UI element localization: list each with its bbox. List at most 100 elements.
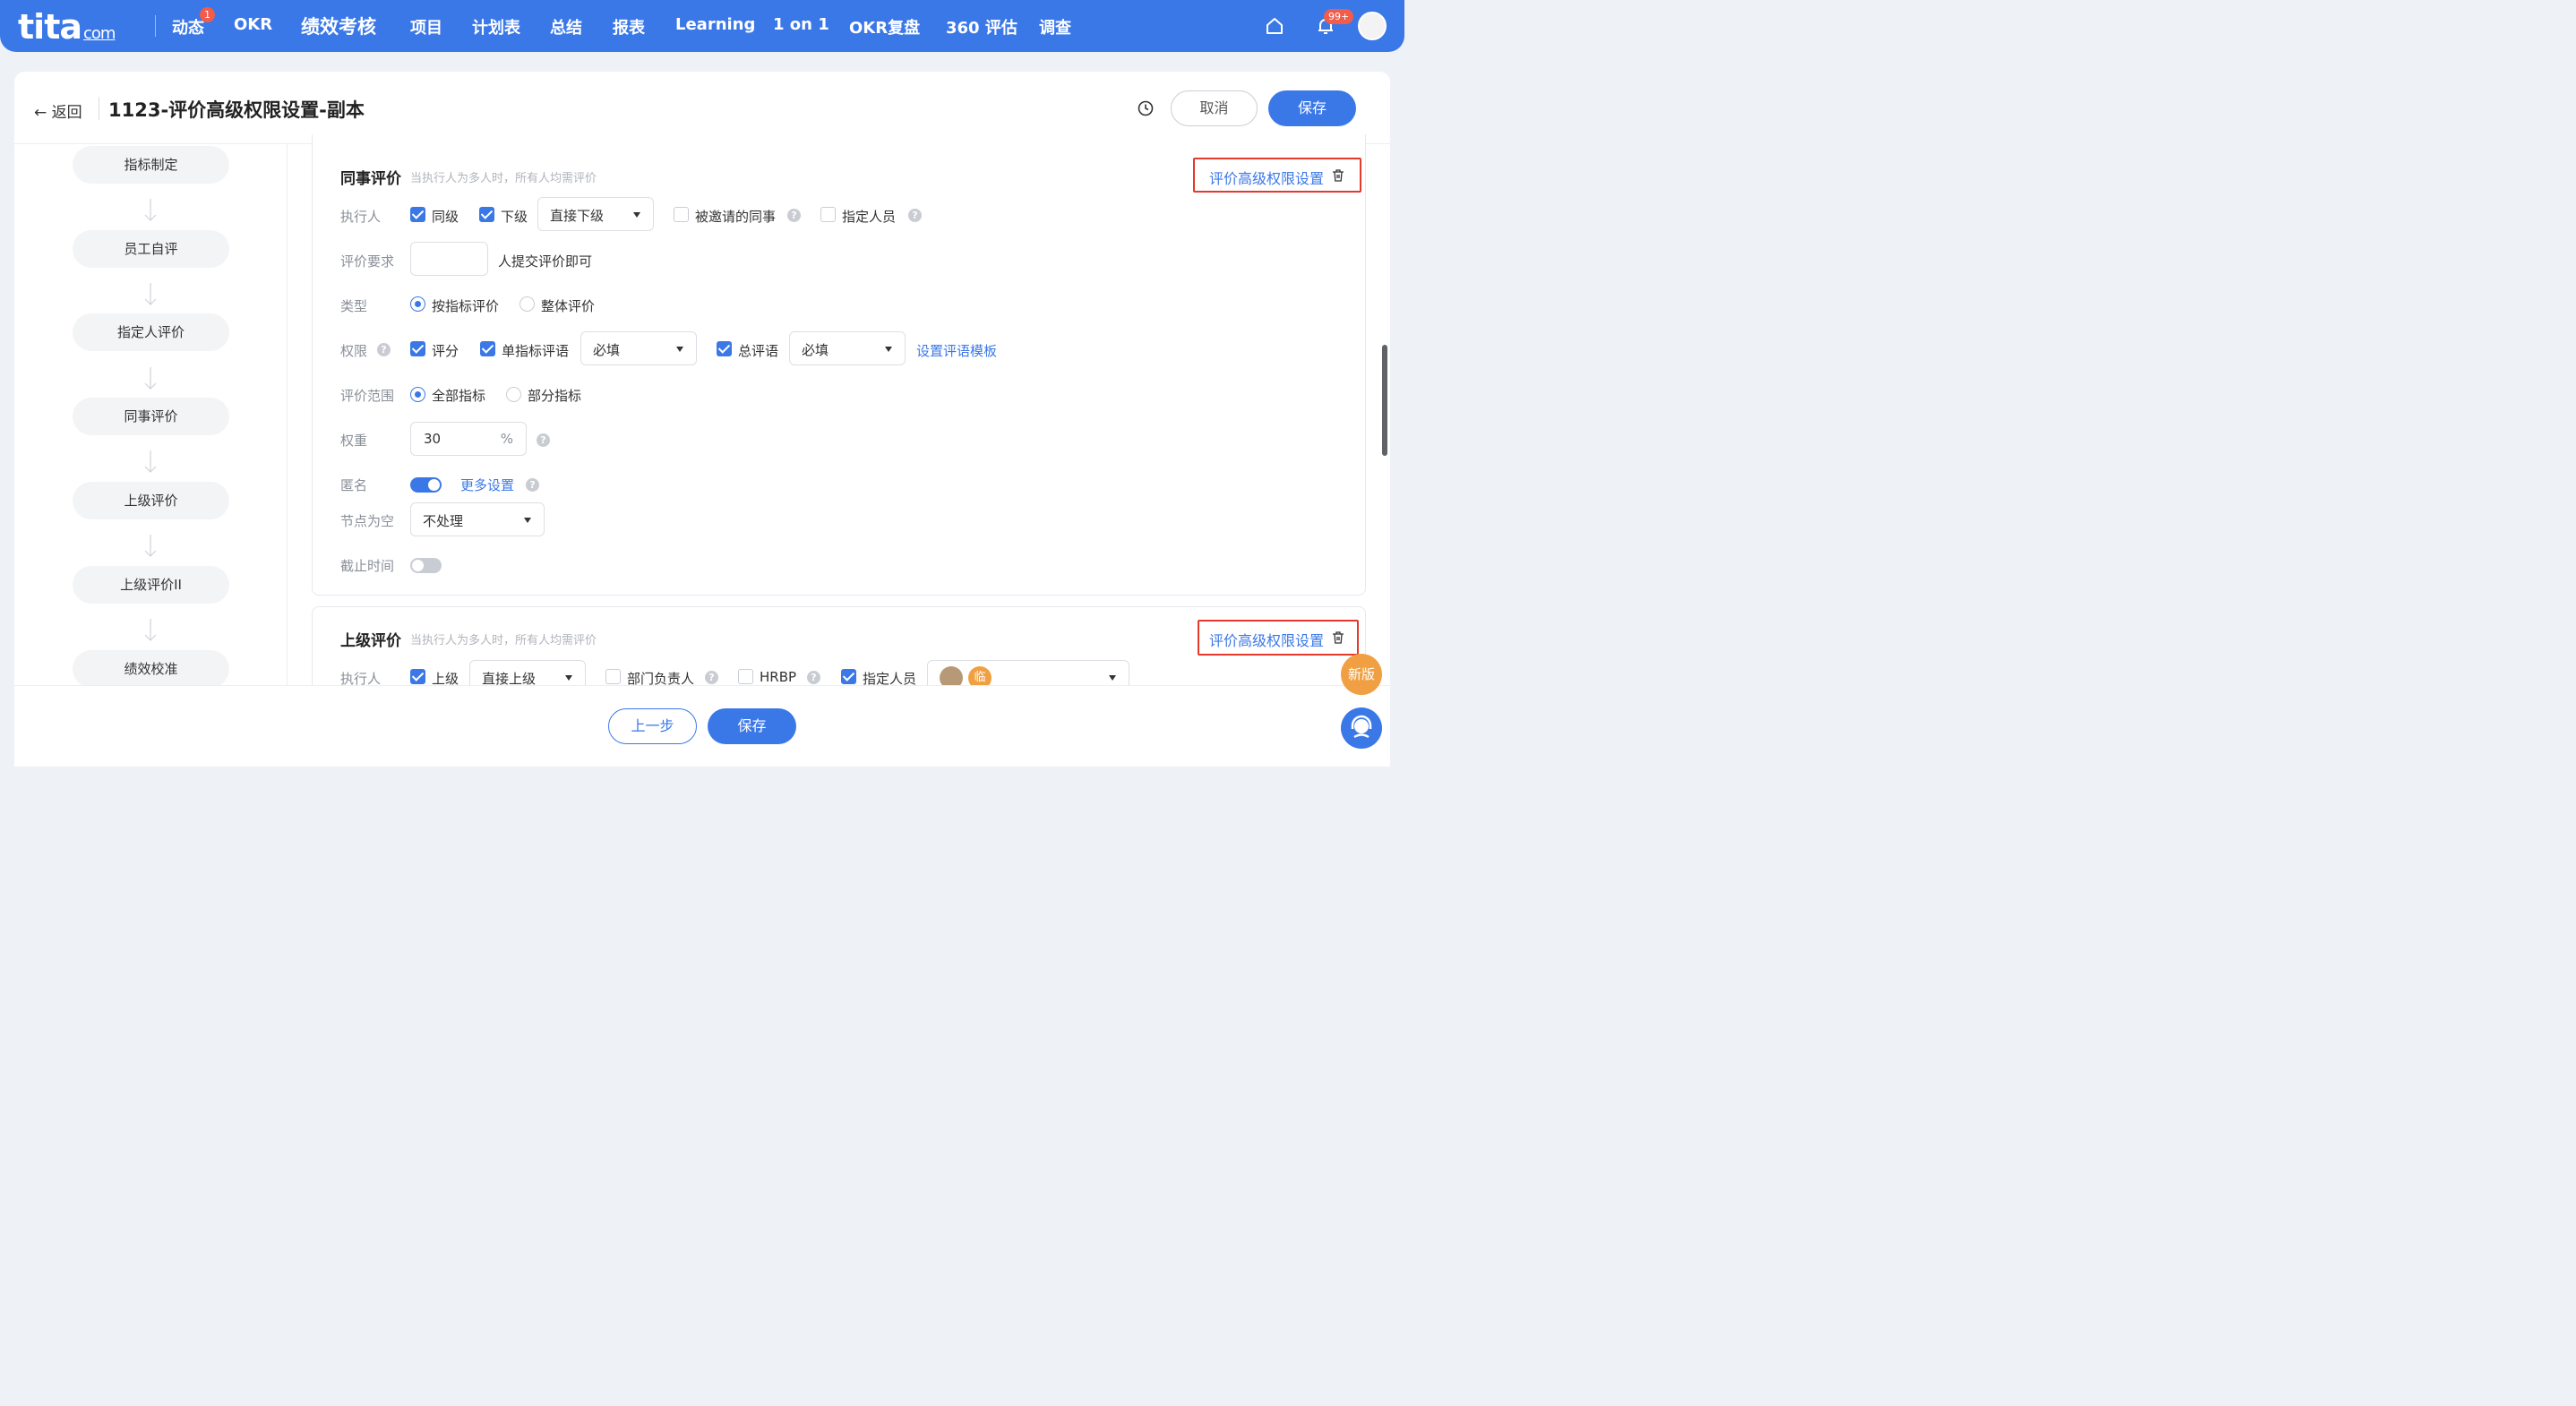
tita-logo[interactable]: tita com [18,7,116,47]
step-arrow-icon [144,535,157,557]
cancel-button[interactable]: 取消 [1171,90,1258,126]
invited-colleague-checkbox[interactable] [674,207,689,222]
step-designated-review[interactable]: 指定人评价 [73,313,229,351]
dept-head-checkbox[interactable] [605,669,621,684]
peer-advanced-permission-link[interactable]: 评价高级权限设置 [1209,167,1324,188]
back-link[interactable]: ← 返回 [34,99,82,122]
single-comment-checkbox[interactable] [480,341,495,356]
type-label: 类型 [340,298,368,314]
bell-badge: 99+ [1324,9,1354,24]
weight-input[interactable]: 30 % [410,422,527,456]
nav-item-one-on-one[interactable]: 1 on 1 [773,15,829,34]
anonymous-toggle[interactable] [410,477,442,493]
step-superior-review[interactable]: 上级评价 [73,482,229,519]
previous-step-button[interactable]: 上一步 [608,708,697,744]
same-level-label: 同级 [432,209,459,225]
clock-icon[interactable] [1138,100,1154,116]
help-icon[interactable]: ? [807,671,820,684]
superior-designated-checkbox[interactable] [841,669,856,684]
single-comment-select[interactable]: 必填 [580,331,697,365]
designated-person-label: 指定人员 [842,209,897,225]
deadline-label: 截止时间 [340,558,395,574]
bottom-action-bar [14,685,1390,767]
help-icon[interactable]: ? [526,478,539,492]
nav-item-okr[interactable]: OKR [234,15,272,34]
single-comment-select-value: 必填 [593,342,621,358]
empty-node-label: 节点为空 [340,513,395,529]
step-superior-review-2[interactable]: 上级评价II [73,566,229,604]
permission-label: 权限 [340,343,368,359]
nav-item-report[interactable]: 报表 [613,15,645,39]
designated-person-checkbox[interactable] [820,207,836,222]
scrollbar[interactable] [1382,345,1387,456]
requirement-count-input[interactable] [410,242,488,276]
nav-item-learning[interactable]: Learning [675,15,755,34]
total-comment-select[interactable]: 必填 [789,331,906,365]
nav-item-survey[interactable]: 调查 [1039,15,1071,39]
same-level-checkbox[interactable] [410,207,425,222]
comment-template-link[interactable]: 设置评语模板 [916,341,997,360]
new-version-button[interactable]: 新版 [1341,654,1382,695]
nav-item-performance[interactable]: 绩效考核 [301,13,376,39]
subordinate-checkbox[interactable] [479,207,494,222]
superior-checkbox[interactable] [410,669,425,684]
step-calibration[interactable]: 绩效校准 [73,650,229,688]
trash-icon[interactable] [1331,168,1345,183]
total-comment-checkbox[interactable] [717,341,732,356]
type-by-indicator-label: 按指标评价 [432,298,500,314]
nav-item-summary[interactable]: 总结 [550,15,582,39]
customer-service-button[interactable] [1341,707,1382,749]
invited-colleague-label: 被邀请的同事 [695,209,777,225]
help-icon[interactable]: ? [787,209,801,222]
help-icon[interactable]: ? [908,209,922,222]
nav-item-360[interactable]: 360 评估 [946,15,1018,39]
type-overall-label: 整体评价 [541,298,596,314]
subordinate-label: 下级 [501,209,528,225]
single-comment-label: 单指标评语 [502,343,570,359]
user-avatar[interactable] [1358,12,1387,40]
help-icon[interactable]: ? [377,343,391,356]
page-title: 1123-评价高级权限设置-副本 [108,99,365,121]
step-arrow-icon [144,199,157,221]
step-self-review[interactable]: 员工自评 [73,230,229,268]
nav-item-project[interactable]: 项目 [410,15,442,39]
save-button[interactable]: 保存 [1268,90,1356,126]
scope-all-radio[interactable] [410,387,425,402]
executor-label: 执行人 [340,209,382,225]
superior-advanced-permission-link[interactable]: 评价高级权限设置 [1209,629,1324,650]
left-column-divider [287,144,288,685]
requirement-suffix: 人提交评价即可 [498,253,593,270]
help-icon[interactable]: ? [705,671,718,684]
weight-unit: % [500,431,513,447]
home-icon[interactable] [1265,16,1284,36]
hrbp-checkbox[interactable] [738,669,753,684]
step-indicator-setting[interactable]: 指标制定 [73,146,229,184]
anonymous-label: 匿名 [340,477,368,493]
help-icon[interactable]: ? [537,433,550,447]
step-arrow-icon [144,619,157,641]
bottom-save-button[interactable]: 保存 [708,708,796,744]
subordinate-select[interactable]: 直接下级 [537,197,654,231]
scope-part-label: 部分指标 [528,388,582,404]
dynamic-badge: 1 [200,7,215,22]
scope-part-radio[interactable] [506,387,521,402]
caret-down-icon [524,518,531,523]
nav-item-dynamic[interactable]: 动态 [172,15,204,39]
type-overall-radio[interactable] [519,296,535,312]
trash-icon[interactable] [1331,630,1345,645]
empty-node-select-value: 不处理 [423,513,464,529]
type-by-indicator-radio[interactable] [410,296,425,312]
weight-value: 30 [424,431,442,447]
nav-item-planner[interactable]: 计划表 [472,15,520,39]
deadline-toggle[interactable] [410,558,442,573]
step-peer-review[interactable]: 同事评价 [73,398,229,435]
scope-all-label: 全部指标 [432,388,486,404]
step-arrow-icon [144,283,157,305]
superior-section-hint: 当执行人为多人时，所有人均需评价 [410,634,597,647]
nav-item-okr-review[interactable]: OKR复盘 [849,15,920,39]
more-settings-link[interactable]: 更多设置 [460,476,514,494]
caret-down-icon [565,675,572,681]
requirement-label: 评价要求 [340,253,395,270]
score-checkbox[interactable] [410,341,425,356]
empty-node-select[interactable]: 不处理 [410,502,545,536]
